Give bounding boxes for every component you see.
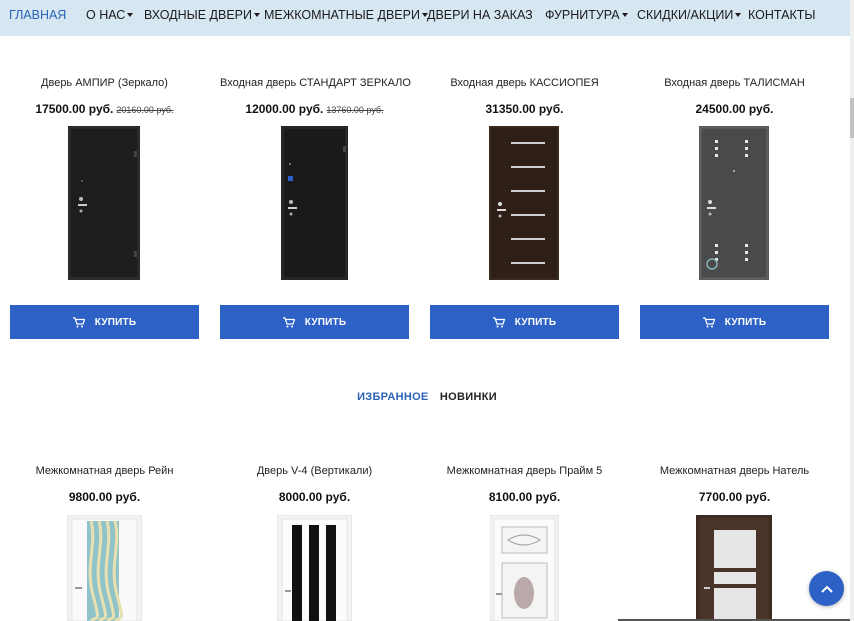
nav-label: ГЛАВНАЯ [9,8,67,22]
nav-label: ФУРНИТУРА [545,8,620,22]
product-tabs: ИЗБРАННОЕ НОВИНКИ [0,391,854,403]
page-scrollbar[interactable] [850,0,854,621]
tab-favorites[interactable]: ИЗБРАННОЕ [357,391,429,403]
product-card-natel[interactable]: Межкомнатная дверь Натель 7700.00 руб. [640,465,829,504]
nav-label: О НАС [86,8,126,22]
caret-down-icon [127,12,134,17]
buy-button[interactable]: КУПИТЬ [220,305,409,339]
caret-down-icon [621,12,628,17]
nav-item-custom-doors[interactable]: ДВЕРИ НА ЗАКАЗ [427,0,533,36]
product-title[interactable]: Дверь АМПИР (Зеркало) [10,77,199,89]
nav-label: ДВЕРИ НА ЗАКАЗ [427,8,533,22]
nav-item-entrance-doors[interactable]: ВХОДНЫЕ ДВЕРИ [144,0,260,36]
current-price: 31350.00 руб. [485,102,564,116]
product-card-v4[interactable]: Дверь V-4 (Вертикали) 8000.00 руб. [220,465,409,504]
product-card-kassiopeya[interactable]: Входная дверь КАССИОПЕЯ 31350.00 руб. [430,77,619,116]
door-image-v4[interactable] [277,515,352,621]
caret-down-icon [254,12,260,17]
caret-down-icon [735,12,742,17]
product-title[interactable]: Дверь V-4 (Вертикали) [220,465,409,477]
nav-label: СКИДКИ/АКЦИИ [637,8,734,22]
nav-label: КОНТАКТЫ [748,8,816,22]
product-price: 12000.00 руб. 13760.00 руб. [220,102,409,116]
scroll-top-button[interactable] [809,571,844,606]
door-image-rein[interactable] [67,515,142,621]
door-image-kassiopeya[interactable] [489,126,559,280]
product-title[interactable]: Входная дверь КАССИОПЕЯ [430,77,619,89]
product-title[interactable]: Входная дверь СТАНДАРТ ЗЕРКАЛО [220,77,411,89]
buy-label: КУПИТЬ [304,316,347,328]
nav-item-interior-doors[interactable]: МЕЖКОМНАТНЫЕ ДВЕРИ [264,0,428,36]
door-image-ampir[interactable] [68,126,140,280]
old-price: 20160.00 руб. [116,105,174,115]
nav-label: МЕЖКОМНАТНЫЕ ДВЕРИ [264,8,420,22]
main-navigation: ГЛАВНАЯ О НАС ВХОДНЫЕ ДВЕРИ МЕЖКОМНАТНЫЕ… [0,0,850,36]
product-card-praim5[interactable]: Межкомнатная дверь Прайм 5 8100.00 руб. [430,465,619,504]
old-price: 13760.00 руб. [326,105,384,115]
buy-button[interactable]: КУПИТЬ [10,305,199,339]
product-card-talisman[interactable]: Входная дверь ТАЛИСМАН 24500.00 руб. [640,77,829,116]
product-title[interactable]: Межкомнатная дверь Рейн [10,465,199,477]
product-price: 31350.00 руб. [430,102,619,116]
current-price: 17500.00 руб. [35,102,114,116]
tab-new[interactable]: НОВИНКИ [440,391,497,403]
product-price: 9800.00 руб. [68,490,141,504]
product-title[interactable]: Межкомнатная дверь Натель [640,465,829,477]
product-price: 8100.00 руб. [488,490,561,504]
product-card-ampir[interactable]: Дверь АМПИР (Зеркало) 17500.00 руб. 20160… [10,77,199,116]
door-image-standart[interactable] [281,126,348,280]
product-price: 8000.00 руб. [278,490,351,504]
door-image-talisman[interactable] [699,126,769,280]
nav-item-home[interactable]: ГЛАВНАЯ [9,0,66,36]
product-price: 7700.00 руб. [698,490,771,504]
door-image-praim5[interactable] [490,515,559,621]
buy-button[interactable]: КУПИТЬ [430,305,619,339]
product-price: 17500.00 руб. 20160.00 руб. [10,102,199,116]
current-price: 12000.00 руб. [245,102,324,116]
nav-item-contacts[interactable]: КОНТАКТЫ [748,0,815,36]
product-title[interactable]: Межкомнатная дверь Прайм 5 [430,465,619,477]
product-card-rein[interactable]: Межкомнатная дверь Рейн 9800.00 руб. [10,465,199,504]
buy-label: КУПИТЬ [724,316,767,328]
product-price: 24500.00 руб. [640,102,829,116]
door-image-natel[interactable] [696,515,772,621]
product-card-standart[interactable]: Входная дверь СТАНДАРТ ЗЕРКАЛО 12000.00 … [220,77,411,116]
arrow-up-icon [820,585,833,593]
cart-icon [492,316,505,327]
nav-label: ВХОДНЫЕ ДВЕРИ [144,8,252,22]
buy-label: КУПИТЬ [514,316,557,328]
buy-button[interactable]: КУПИТЬ [640,305,829,339]
cart-icon [282,316,295,327]
nav-item-sales[interactable]: СКИДКИ/АКЦИИ [637,0,742,36]
buy-label: КУПИТЬ [94,316,137,328]
nav-item-about[interactable]: О НАС [86,0,134,36]
current-price: 24500.00 руб. [695,102,774,116]
nav-item-hardware[interactable]: ФУРНИТУРА [545,0,628,36]
product-title[interactable]: Входная дверь ТАЛИСМАН [640,77,829,89]
scrollbar-thumb[interactable] [850,98,854,138]
cart-icon [72,316,85,327]
cart-icon [702,316,715,327]
